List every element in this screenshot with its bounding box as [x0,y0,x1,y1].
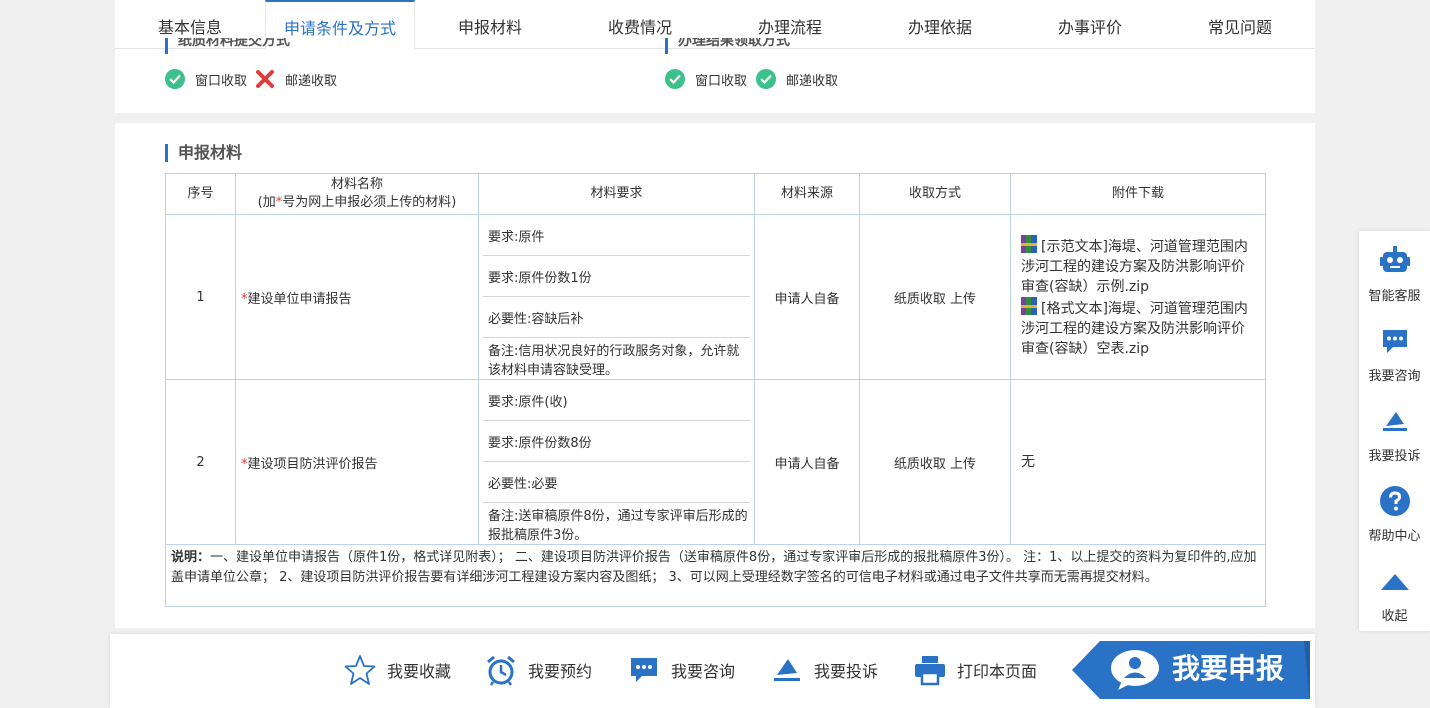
check-icon [756,69,776,89]
chat-icon [627,653,661,687]
attachment-link[interactable]: [格式文本]海堤、河道管理范围内涉河工程的建设方案及防洪影响评价审查(容缺）空表… [1021,297,1257,359]
appointment-button[interactable]: 我要预约 [484,652,592,688]
table-row: 1 *建设单位申请报告 要求:原件 要求:原件份数1份 必要性:容缺后补 备注:… [165,214,1266,380]
apply-label: 我要申报 [1172,652,1285,685]
tab-materials[interactable]: 申报材料 [420,0,560,49]
requirement-item: 必要性:容缺后补 [483,297,750,338]
row-method: 纸质收取 上传 [859,214,1011,380]
printer-icon [913,653,947,687]
bottom-action-bar: 我要收藏 我要预约 我要咨询 我要投诉 打印本页面 我要申报 [110,634,1315,708]
header-download: 附件下载 [1010,173,1266,215]
requirement-note: 备注:信用状况良好的行政服务对象，允许就该材料申请容缺受理。 [488,344,740,378]
favorite-button[interactable]: 我要收藏 [343,652,451,688]
submit-option-mail: 邮递收取 [255,68,337,90]
complaint-icon [770,653,804,687]
row-index: 2 [165,379,236,545]
cross-icon [255,69,275,89]
requirement-note: 备注:送审稿原件8份，通过专家评审后形成的报批稿原件3份。 [488,509,748,543]
table-note-row: 说明：一、建设单位申请报告（原件1份，格式详见附表）； 二、建设项目防洪评价报告… [165,544,1266,607]
detail-top-panel: 基本信息 申请条件及方式 申报材料 收费情况 办理流程 办理依据 办事评价 常见… [115,0,1315,113]
row-source: 申请人自备 [754,214,860,380]
complaint-button[interactable]: 我要投诉 [1359,401,1430,464]
submit-option-window: 窗口收取 [165,68,247,90]
header-index: 序号 [165,173,236,215]
result-option-window: 窗口收取 [665,68,747,90]
submit-method-heading: 纸质材料提交方式 [165,38,290,54]
right-floating-bar: 智能客服 我要咨询 我要投诉 帮助中心 收起 [1359,231,1430,631]
row-method: 纸质收取 上传 [859,379,1011,545]
check-icon [165,69,185,89]
complaint-bottom-button[interactable]: 我要投诉 [770,652,878,688]
help-icon [1375,481,1415,521]
requirement-item: 必要性:必要 [483,462,750,503]
complaint-icon [1375,401,1415,441]
zip-file-icon [1021,235,1037,253]
result-option-mail: 邮递收取 [756,68,838,90]
consult-bottom-button[interactable]: 我要咨询 [627,652,735,688]
attachment-link[interactable]: [示范文本]海堤、河道管理范围内涉河工程的建设方案及防洪影响评价审查(容缺）示例… [1021,235,1257,297]
zip-file-icon [1021,297,1037,315]
row-index: 1 [165,214,236,380]
header-method: 收取方式 [859,173,1011,215]
materials-note: 说明：一、建设单位申请报告（原件1份，格式详见附表）； 二、建设项目防洪评价报告… [165,544,1266,607]
tab-faq[interactable]: 常见问题 [1170,0,1310,49]
header-requirement: 材料要求 [478,173,755,215]
consult-button[interactable]: 我要咨询 [1359,321,1430,384]
table-row: 2 *建设项目防洪评价报告 要求:原件(收) 要求:原件份数8份 必要性:必要 … [165,379,1266,545]
materials-panel: 申报材料 序号 材料名称 (加*号为网上申报必须上传的材料) 材料要求 材料来源… [115,123,1315,628]
row-requirements: 要求:原件(收) 要求:原件份数8份 必要性:必要 备注:送审稿原件8份，通过专… [478,379,755,545]
chat-icon [1375,321,1415,361]
table-header-row: 序号 材料名称 (加*号为网上申报必须上传的材料) 材料要求 材料来源 收取方式… [165,173,1266,215]
header-name: 材料名称 (加*号为网上申报必须上传的材料) [235,173,479,215]
row-attachments: [示范文本]海堤、河道管理范围内涉河工程的建设方案及防洪影响评价审查(容缺）示例… [1010,214,1266,380]
requirement-item: 要求:原件(收) [483,380,750,421]
row-attachments-none: 无 [1010,379,1266,545]
materials-table: 序号 材料名称 (加*号为网上申报必须上传的材料) 材料要求 材料来源 收取方式… [165,173,1266,607]
alarm-clock-icon [484,653,518,687]
print-button[interactable]: 打印本页面 [913,652,1037,688]
result-method-heading: 办理结果领取方式 [665,38,790,54]
requirement-item: 要求:原件 [483,215,750,256]
requirement-item: 要求:原件份数8份 [483,421,750,462]
help-center-button[interactable]: 帮助中心 [1359,481,1430,544]
tab-evaluation[interactable]: 办事评价 [1020,0,1160,49]
requirement-item: 要求:原件份数1份 [483,256,750,297]
header-source: 材料来源 [754,173,860,215]
tab-basis[interactable]: 办理依据 [870,0,1010,49]
collapse-icon [1375,561,1415,601]
row-material-name: *建设项目防洪评价报告 [235,379,479,545]
check-icon [665,69,685,89]
row-requirements: 要求:原件 要求:原件份数1份 必要性:容缺后补 备注:信用状况良好的行政服务对… [478,214,755,380]
row-material-name: *建设单位申请报告 [235,214,479,380]
smart-service-button[interactable]: 智能客服 [1359,241,1430,304]
robot-icon [1375,241,1415,281]
row-source: 申请人自备 [754,379,860,545]
apply-online-button[interactable]: 我要申报 [1072,641,1310,699]
collapse-button[interactable]: 收起 [1359,561,1430,624]
user-chat-icon [1110,649,1160,695]
materials-section-title: 申报材料 [165,144,242,162]
star-icon [343,653,377,687]
